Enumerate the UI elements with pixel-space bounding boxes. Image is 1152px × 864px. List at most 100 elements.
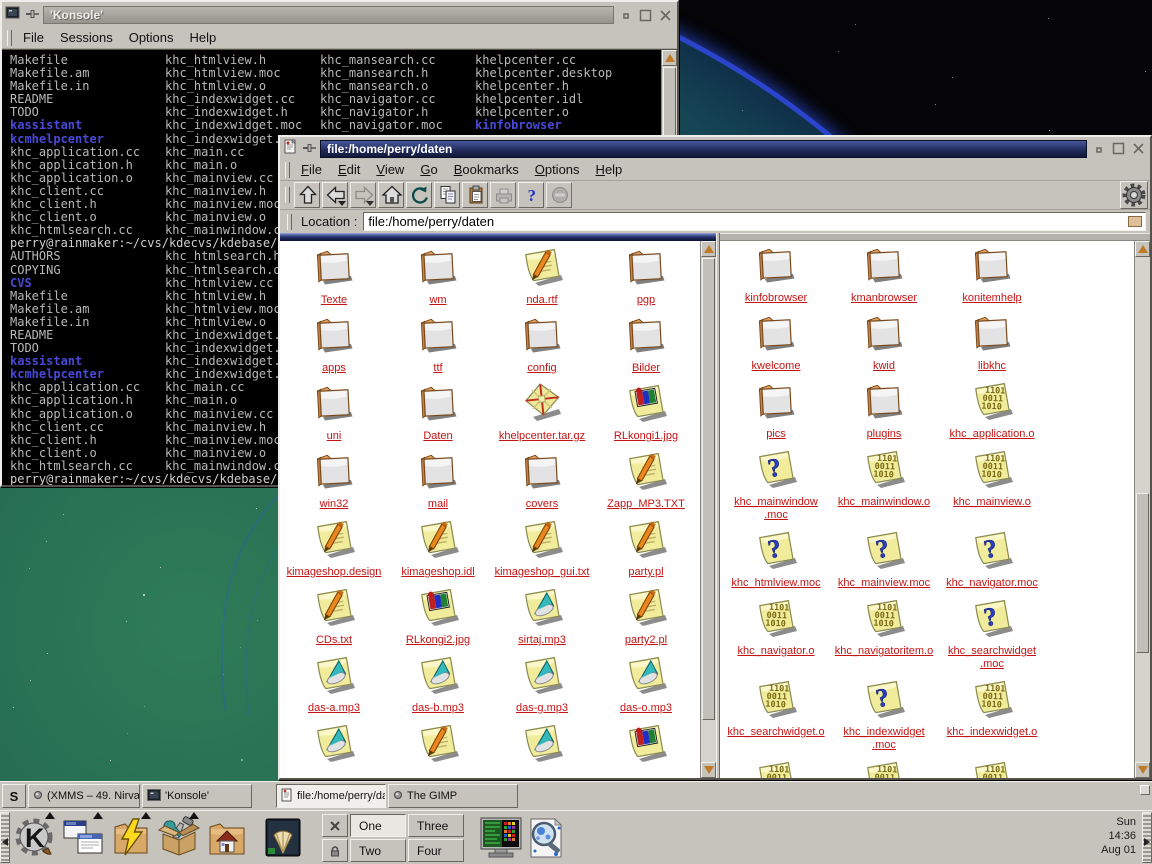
- file-icon-wm[interactable]: wm: [386, 243, 490, 307]
- system-monitor-launcher[interactable]: [478, 815, 524, 864]
- file-icon-khc_mainwindow.o[interactable]: 110100111010khc_mainwindow​.o: [830, 445, 938, 522]
- file-icon-cropped[interactable]: 110100111010: [830, 756, 938, 778]
- scroll-down-icon[interactable]: [701, 762, 716, 778]
- file-icon-CDs.txt[interactable]: CDs​.txt: [282, 583, 386, 647]
- minimize-button[interactable]: [1090, 141, 1107, 156]
- file-icon-kimageshop.idl[interactable]: kimageshop​.idl: [386, 515, 490, 579]
- locbar-grip[interactable]: [287, 214, 292, 230]
- quick-browser-launcher[interactable]: [109, 815, 153, 861]
- file-icon-sirtaj.mp3[interactable]: sirtaj​.mp3: [490, 583, 594, 647]
- file-icon-khelpcenter.tar.gz[interactable]: khelpcenter​.tar​.gz: [490, 379, 594, 443]
- konsole-titlebar[interactable]: 'Konsole': [2, 2, 677, 27]
- stop-button[interactable]: [546, 182, 572, 208]
- file-icon-Texte[interactable]: Texte: [282, 243, 386, 307]
- file-icon-das-a.mp3[interactable]: das-a​.mp3: [282, 651, 386, 715]
- file-icon-party.pl[interactable]: party​.pl: [594, 515, 698, 579]
- help-button[interactable]: ?: [518, 182, 544, 208]
- menu-edit[interactable]: Edit: [330, 160, 368, 179]
- file-icon-kimageshop_gui.txt[interactable]: kimageshop_gui​.txt: [490, 515, 594, 579]
- task-button[interactable]: 'Konsole': [142, 784, 252, 808]
- file-icon-plugins[interactable]: plugins: [830, 377, 938, 441]
- konsole-launcher[interactable]: [261, 815, 305, 861]
- file-icon-covers[interactable]: covers: [490, 447, 594, 511]
- kfm-titlebar[interactable]: file:/home/perry/daten: [280, 137, 1150, 159]
- konqueror-gear-icon[interactable]: [1120, 181, 1148, 209]
- desktop-button-two[interactable]: Two: [350, 839, 406, 862]
- pin-icon[interactable]: [24, 6, 40, 24]
- k-menu-launcher[interactable]: K: [13, 815, 57, 861]
- magnifier-launcher[interactable]: [523, 815, 569, 864]
- file-icon-das-g.mp3[interactable]: das-g​.mp3: [490, 651, 594, 715]
- minimize-button[interactable]: [617, 8, 634, 23]
- file-icon-ttf[interactable]: ttf: [386, 311, 490, 375]
- menu-file[interactable]: File: [15, 28, 52, 47]
- scroll-down-icon[interactable]: [1135, 762, 1150, 778]
- file-icon-cropped[interactable]: [594, 719, 698, 770]
- file-icon-kwid[interactable]: kwid: [830, 309, 938, 373]
- file-manager-window[interactable]: file:/home/perry/daten FileEditViewGoBoo…: [278, 135, 1152, 780]
- file-icon-win32[interactable]: win32: [282, 447, 386, 511]
- file-icon-mail[interactable]: mail: [386, 447, 490, 511]
- left-view-pane[interactable]: Textewmnda​.rtfpgpappsttfconfigBilderuni…: [280, 233, 716, 778]
- menu-help[interactable]: Help: [588, 160, 631, 179]
- lock-icon[interactable]: [322, 839, 348, 862]
- file-icon-das-b.mp3[interactable]: das-b​.mp3: [386, 651, 490, 715]
- reload-button[interactable]: [406, 182, 432, 208]
- file-icon-cropped[interactable]: [490, 719, 594, 770]
- desktop-button-four[interactable]: Four: [408, 839, 464, 862]
- file-icon-das-o.mp3[interactable]: das-o​.mp3: [594, 651, 698, 715]
- file-icon-khc_navigator.moc[interactable]: ?khc_navigator​.moc: [938, 526, 1046, 590]
- file-icon-pics[interactable]: pics: [722, 377, 830, 441]
- pin-icon[interactable]: [301, 140, 317, 158]
- file-icon-khc_navigatoritem.o[interactable]: 110100111010khc_navigatoritem​.o: [830, 594, 938, 671]
- desktop-button-three[interactable]: Three: [408, 814, 464, 837]
- file-icon-khc_searchwidget.moc[interactable]: ?khc_searchwidget​.moc: [938, 594, 1046, 671]
- file-icon-khc_mainview.o[interactable]: 110100111010khc_mainview​.o: [938, 445, 1046, 522]
- scroll-up-icon[interactable]: [701, 241, 716, 257]
- back-button[interactable]: [322, 182, 348, 208]
- close-icon[interactable]: [1130, 141, 1147, 156]
- file-icon-cropped[interactable]: 110100111010: [722, 756, 830, 778]
- file-icon-kinfobrowser[interactable]: kinfobrowser: [722, 241, 830, 305]
- panel-hide-left[interactable]: [0, 812, 10, 863]
- pager-close-button[interactable]: [322, 814, 348, 837]
- file-icon-cropped[interactable]: 110100111010: [938, 756, 1046, 778]
- menu-view[interactable]: View: [368, 160, 412, 179]
- file-icon-khc_indexwidget.o[interactable]: 110100111010khc_indexwidget​.o: [938, 675, 1046, 752]
- menubar-grip[interactable]: [7, 30, 12, 46]
- home-button[interactable]: [378, 182, 404, 208]
- file-icon-cropped[interactable]: [386, 719, 490, 770]
- file-icon-config[interactable]: config: [490, 311, 594, 375]
- close-icon[interactable]: [657, 8, 674, 23]
- file-icon-kwelcome[interactable]: kwelcome: [722, 309, 830, 373]
- file-icon-khc_navigator.o[interactable]: 110100111010khc_navigator​.o: [722, 594, 830, 671]
- panel-hide-right[interactable]: [1142, 812, 1152, 863]
- menu-bookmarks[interactable]: Bookmarks: [446, 160, 527, 179]
- file-icon-khc_searchwidget.o[interactable]: 110100111010khc_searchwidget​.o: [722, 675, 830, 752]
- right-pane-scrollbar[interactable]: [1134, 241, 1150, 778]
- file-icon-cropped[interactable]: [282, 719, 386, 770]
- file-icon-nda.rtf[interactable]: nda​.rtf: [490, 243, 594, 307]
- kfm-window-icon[interactable]: [283, 139, 298, 159]
- desktop-button-one[interactable]: One: [350, 814, 406, 837]
- menu-file[interactable]: File: [293, 160, 330, 179]
- file-icon-uni[interactable]: uni: [282, 379, 386, 443]
- menubar-grip[interactable]: [285, 162, 290, 178]
- scroll-up-icon[interactable]: [662, 50, 677, 66]
- menu-options[interactable]: Options: [121, 28, 182, 47]
- right-view-pane[interactable]: kinfobrowserkmanbrowserkonitemhelpkwelco…: [720, 233, 1150, 778]
- file-icon-Bilder[interactable]: Bilder: [594, 311, 698, 375]
- taskbar-end-handle[interactable]: [1140, 785, 1150, 795]
- paste-button[interactable]: [462, 182, 488, 208]
- home-launcher[interactable]: [205, 815, 249, 861]
- scrollbar-thumb[interactable]: [1136, 493, 1149, 653]
- toolbox-launcher[interactable]: [157, 815, 201, 861]
- file-icon-khc_mainwindow.moc[interactable]: ?khc_mainwindow​.moc: [722, 445, 830, 522]
- task-button[interactable]: file:/home/perry/daten: [276, 784, 386, 808]
- up-button[interactable]: [294, 182, 320, 208]
- maximize-button[interactable]: [1110, 141, 1127, 156]
- window-list-launcher[interactable]: [61, 815, 105, 861]
- task-button[interactable]: (XMMS – 49. Nirvan...: [28, 784, 140, 808]
- task-button[interactable]: The GIMP: [388, 784, 518, 808]
- print-button[interactable]: [490, 182, 516, 208]
